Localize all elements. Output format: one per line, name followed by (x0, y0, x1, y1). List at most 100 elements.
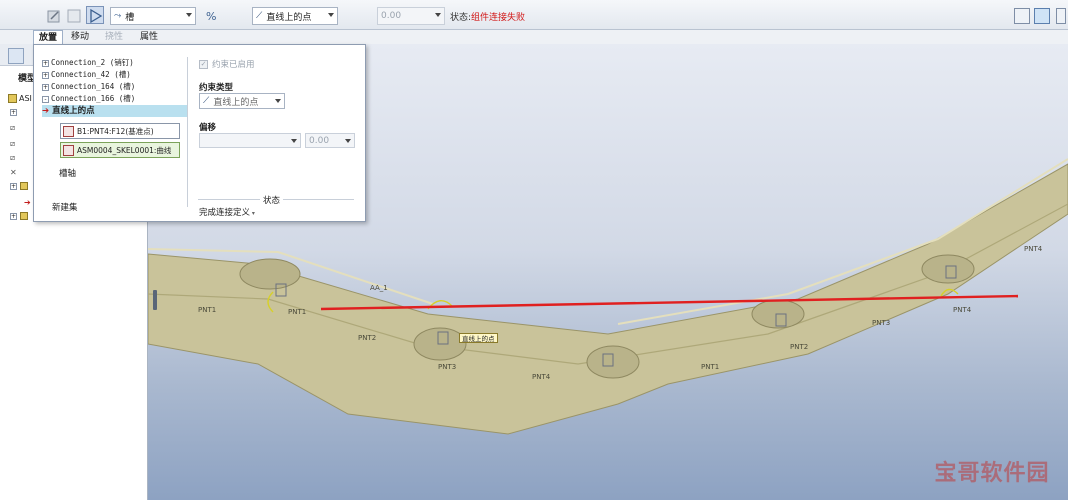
tree-item[interactable]: ⧄ (10, 152, 15, 164)
slot-icon: ⤳ (114, 11, 122, 21)
tree-root-label: ASI (19, 93, 32, 103)
chevron-down-icon (435, 13, 441, 17)
datum-plane-icon: ⧄ (10, 139, 16, 148)
percent-icon[interactable]: % (202, 6, 220, 24)
connection-label: Connection_2 (销钉) (51, 58, 134, 67)
status-indicator: 状态:组件连接失败 (450, 10, 525, 23)
offset-value-select: 0.00 (305, 133, 355, 148)
offset-combo-value: 0.00 (381, 11, 402, 21)
watermark-logo: 宝哥软件园 (934, 461, 1050, 486)
status-text: 完成连接定义 ▾ (199, 206, 255, 218)
curve-icon (63, 144, 74, 156)
datum-plane-icon: ⧄ (10, 153, 16, 162)
tree-item[interactable]: ⧄ (10, 138, 15, 150)
tab-move[interactable]: 移动 (66, 30, 94, 44)
part-label: PNT3 (438, 363, 456, 371)
connection-label: Connection_164 (槽) (51, 82, 136, 91)
part-label: PNT1 (198, 306, 216, 314)
chevron-down-icon (186, 13, 192, 17)
checkbox-icon: ✓ (199, 59, 208, 69)
connection-label: Connection_166 (槽) (51, 94, 136, 103)
datum-plane-icon: ⧄ (10, 123, 16, 132)
constraint-combo[interactable]: ⤳ 槽 (110, 7, 196, 25)
expand-icon[interactable]: + (10, 182, 17, 190)
expand-icon[interactable]: + (42, 83, 49, 91)
tab-properties[interactable]: 属性 (135, 30, 163, 44)
reference-curve-label: ASM0004_SKEL0001:曲线 (77, 145, 172, 155)
part-label: AA_1 (370, 284, 388, 292)
chevron-down-icon (345, 139, 351, 143)
tree-item[interactable]: + (10, 106, 20, 118)
pause-icon[interactable] (1056, 8, 1066, 24)
point-on-line-icon: ⟋ (256, 11, 263, 21)
constraint-type-combo-value: 直线上的点 (266, 12, 312, 23)
datum-point-icon (63, 125, 74, 137)
expand-icon[interactable]: + (10, 212, 17, 220)
offset-combo: 0.00 (377, 7, 445, 25)
tree-item[interactable]: ⧄ (10, 122, 15, 134)
list-item[interactable]: + Connection_164 (槽) (42, 81, 188, 93)
part-icon (20, 182, 28, 190)
tree-item[interactable]: + (10, 210, 28, 222)
offset-value: 0.00 (309, 135, 330, 146)
part-label: PNT4 (1024, 245, 1043, 253)
flip-icon[interactable] (86, 6, 104, 24)
selected-constraint-label: 直线上的点 (52, 106, 95, 116)
collapse-icon[interactable]: - (42, 95, 49, 103)
svg-text:%: % (206, 10, 216, 23)
chevron-down-icon (291, 139, 297, 143)
edit-icon[interactable] (44, 6, 62, 24)
part-label: PNT4 (532, 373, 551, 381)
part-label: PNT1 (701, 363, 719, 371)
assembly-icon (8, 93, 17, 103)
part-label: PNT2 (358, 334, 376, 342)
status-section-title: 状态 (260, 194, 284, 206)
status-label: 状态: (450, 13, 472, 23)
expand-icon[interactable]: + (10, 108, 17, 116)
reference-collector-curve[interactable]: ASM0004_SKEL0001:曲线 (60, 142, 180, 158)
slot-axis-item[interactable]: 槽轴 (59, 167, 76, 179)
tree-item[interactable]: ➔ (24, 196, 31, 208)
sheet-icon[interactable] (64, 6, 82, 24)
chevron-down-icon (328, 13, 334, 17)
dashboard-tabs: 放置 移动 挠性 属性 (0, 30, 1068, 44)
new-set-item[interactable]: 新建集 (52, 201, 78, 213)
list-item[interactable]: - Connection_166 (槽) (42, 93, 188, 105)
constraint-type-label: 约束类型 (199, 83, 234, 93)
constraint-type-select[interactable]: ⟋ 直线上的点 (199, 93, 285, 109)
selected-constraint[interactable]: ➔ 直线上的点 (42, 105, 188, 117)
tree-item[interactable]: + (10, 180, 28, 192)
expand-icon[interactable]: + (42, 59, 49, 67)
reference-collector-point[interactable]: B1:PNT4:F12(基准点) (60, 123, 180, 139)
tab-placement[interactable]: 放置 (33, 30, 64, 44)
chevron-down-icon (275, 99, 281, 103)
tree-root[interactable]: ASI (8, 92, 32, 104)
window-icon[interactable] (1014, 8, 1030, 24)
splitter-handle[interactable] (153, 290, 157, 310)
tab-flexibility: 挠性 (105, 32, 124, 42)
arrow-right-icon: ➔ (42, 106, 50, 116)
placement-panel: + Connection_2 (销钉) + Connection_42 (槽) … (33, 44, 366, 222)
insert-arrow-icon: ➔ (24, 197, 31, 207)
constraint-type-select-value: 直线上的点 (213, 97, 259, 108)
status-text-value: 完成连接定义 (199, 208, 251, 218)
part-icon (20, 212, 28, 220)
constraint-type-combo[interactable]: ⟋ 直线上的点 (252, 7, 338, 25)
pin-boss (239, 258, 301, 290)
model-tree-icon[interactable] (8, 48, 24, 64)
chevron-down-icon: ▾ (250, 210, 255, 217)
panel-icon[interactable] (1034, 8, 1050, 24)
list-item[interactable]: + Connection_2 (销钉) (42, 57, 188, 69)
constraint-enabled-label: 约束已启用 (212, 60, 255, 70)
offset-label: 偏移 (199, 123, 217, 133)
divider (187, 57, 188, 207)
point-on-line-icon: ⟋ (203, 96, 210, 106)
expand-icon[interactable]: + (42, 71, 49, 79)
offset-reference-select (199, 133, 301, 148)
tree-item[interactable]: ✕ (10, 166, 17, 178)
constraint-combo-value: 槽 (125, 12, 135, 23)
list-item[interactable]: + Connection_42 (槽) (42, 69, 188, 81)
dashboard-toolbar: ⤳ 槽 % ⟋ 直线上的点 0.00 状态:组件连接失败 (0, 0, 1068, 30)
reference-point-label: B1:PNT4:F12(基准点) (77, 126, 154, 136)
point-on-line-tag[interactable]: 直线上的点 (459, 333, 498, 343)
